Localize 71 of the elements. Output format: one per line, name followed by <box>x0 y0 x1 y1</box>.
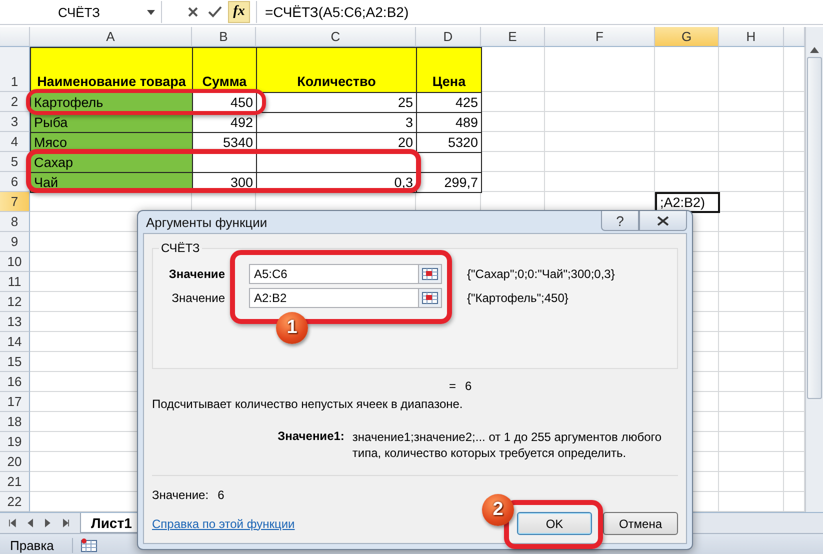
cancel-button[interactable]: Отмена <box>603 512 678 535</box>
scroll-up-icon[interactable] <box>810 47 819 53</box>
argument-label: Значение <box>170 291 225 305</box>
argument-result: {"Сахар";0;0:"Чай";300;0,3} <box>467 267 615 281</box>
row-header[interactable]: 6 <box>0 172 30 192</box>
row-header[interactable]: 18 <box>0 412 30 432</box>
table-cell: 489 <box>416 112 482 133</box>
formula-result: 6 <box>465 379 472 393</box>
sheet-nav-icon[interactable] <box>60 518 72 528</box>
column-header[interactable]: C <box>256 27 416 47</box>
equals-sign: = <box>449 379 456 393</box>
column-header[interactable]: H <box>719 27 784 47</box>
active-cell: ;A2:B2) <box>655 192 720 213</box>
row-header[interactable]: 11 <box>0 272 30 292</box>
insert-function-button[interactable]: fx <box>228 1 250 23</box>
range-picker-icon <box>422 292 438 304</box>
row-header[interactable]: 10 <box>0 252 30 272</box>
row-header[interactable]: 2 <box>0 92 30 112</box>
row-header[interactable]: 21 <box>0 472 30 492</box>
column-header[interactable]: F <box>545 27 655 47</box>
argument-help-text: значение1;значение2;... от 1 до 255 аргументов любого типа, количество которых требуется определить. <box>352 429 663 461</box>
column-header[interactable]: E <box>481 27 545 47</box>
ok-button[interactable]: OK <box>517 512 592 535</box>
table-cell: 425 <box>416 92 482 113</box>
table-cell: Наименование товара <box>30 47 193 93</box>
argument-help-label: Значение1: <box>276 429 344 445</box>
row-header[interactable]: 7 <box>0 192 30 212</box>
argument-field[interactable]: A2:B2 <box>249 288 442 308</box>
close-button[interactable] <box>639 211 687 231</box>
row-header[interactable]: 3 <box>0 112 30 132</box>
row-header[interactable]: 14 <box>0 332 30 352</box>
column-header[interactable]: G <box>655 27 719 47</box>
value-label: Значение: <box>152 488 209 502</box>
row-header[interactable]: 22 <box>0 492 30 512</box>
table-cell: 5320 <box>416 132 482 153</box>
function-description: Подсчитывает количество непустых ячеек в диапазоне. <box>152 397 464 411</box>
row-header[interactable]: 19 <box>0 432 30 452</box>
table-cell: Количество <box>256 47 417 93</box>
row-header[interactable]: 15 <box>0 352 30 372</box>
scrollbar-thumb[interactable] <box>807 57 822 399</box>
table-cell: 299,7 <box>416 172 482 193</box>
row-header[interactable]: 4 <box>0 132 30 152</box>
column-header[interactable]: A <box>30 27 192 47</box>
formula-field[interactable]: =СЧЁТЗ(A5:C6;A2:B2) <box>256 1 823 23</box>
row-header[interactable]: 20 <box>0 452 30 472</box>
row-header[interactable]: 16 <box>0 372 30 392</box>
table-cell: 3 <box>256 112 417 133</box>
dropdown-caret-icon[interactable] <box>147 10 155 14</box>
row-header[interactable]: 8 <box>0 212 30 232</box>
row-header[interactable]: 9 <box>0 232 30 252</box>
argument-label: Значение <box>168 267 225 281</box>
name-box[interactable]: СЧЁТЗ <box>0 1 162 23</box>
help-button[interactable]: ? <box>601 211 639 231</box>
sheet-nav-icon[interactable] <box>6 518 18 528</box>
macro-record-icon[interactable] <box>80 538 97 552</box>
row-header[interactable]: 1 <box>0 47 30 92</box>
column-header[interactable]: D <box>416 27 481 47</box>
argument-field[interactable]: A5:C6 <box>249 264 442 284</box>
row-header[interactable]: 12 <box>0 292 30 312</box>
column-header[interactable]: B <box>192 27 256 47</box>
value-text: 6 <box>218 488 224 502</box>
row-header[interactable]: 17 <box>0 392 30 412</box>
range-picker-icon <box>422 268 438 280</box>
help-link[interactable]: Справка по этой функции <box>152 516 295 530</box>
status-text: Правка <box>0 538 73 552</box>
table-cell: Цена <box>416 47 482 93</box>
close-icon <box>657 216 669 226</box>
argument-result: {"Картофель";450} <box>467 291 568 305</box>
dialog-title: Аргументы функции <box>145 214 268 230</box>
function-name: СЧЁТЗ <box>160 241 201 255</box>
row-header[interactable]: 13 <box>0 312 30 332</box>
